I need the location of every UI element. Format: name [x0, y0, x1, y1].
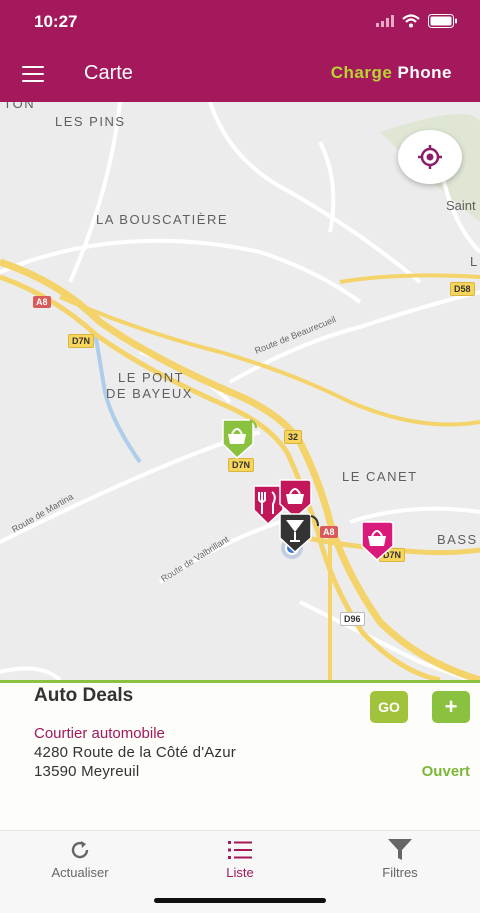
filter-funnel-icon: [388, 839, 412, 860]
place-bass: BASS: [437, 532, 478, 547]
place-le-pont: LE PONT: [118, 370, 185, 385]
brand-part1: Charge: [330, 63, 393, 82]
map-view[interactable]: TTON LES PINS LA BOUSCATIÈRE LE PONT DE …: [0, 102, 480, 680]
place-le-canet: LE CANET: [342, 469, 418, 484]
place-address-line2: 13590 Meyreuil: [34, 763, 140, 780]
shield-a8-center: A8: [320, 526, 338, 538]
home-indicator: [154, 898, 326, 903]
shopping-basket-pin-icon[interactable]: [220, 414, 260, 462]
status-time: 10:27: [34, 12, 78, 31]
tab-actualiser[interactable]: Actualiser: [20, 837, 140, 880]
shopping-basket-pin-icon[interactable]: [360, 516, 396, 564]
shield-d58: D58: [450, 282, 475, 296]
shield-32: 32: [284, 430, 303, 444]
place-detail-card[interactable]: Auto Deals GO + Courtier automobile 4280…: [0, 680, 480, 833]
signal-icon: [376, 15, 394, 27]
tab-actualiser-label: Actualiser: [51, 865, 109, 880]
place-saint: Saint: [446, 198, 476, 213]
shield-a8-left: A8: [33, 296, 51, 308]
list-icon: [228, 841, 252, 859]
brand-part2: Phone: [397, 63, 452, 82]
wifi-icon: [402, 14, 420, 28]
place-l: L: [470, 254, 479, 269]
crosshair-locate-icon: [418, 145, 442, 169]
hamburger-menu-icon[interactable]: [22, 66, 44, 82]
bar-cocktail-pin-icon[interactable]: [278, 508, 322, 556]
place-les-pins: LES PINS: [55, 114, 126, 129]
page-title: Carte: [84, 62, 133, 84]
go-button[interactable]: GO: [370, 691, 408, 723]
place-category: Courtier automobile: [34, 725, 165, 742]
tab-liste[interactable]: Liste: [180, 837, 300, 880]
shield-d96: D96: [340, 612, 365, 626]
place-ton: TTON: [0, 102, 36, 111]
place-address-line1: 4280 Route de la Côté d'Azur: [34, 744, 236, 761]
shield-d7n-left: D7N: [68, 334, 95, 348]
tab-filtres-label: Filtres: [382, 865, 418, 880]
place-de-bayeux: DE BAYEUX: [106, 386, 193, 401]
map-base-layer: [0, 102, 480, 680]
open-status-badge: Ouvert: [421, 763, 470, 780]
brand-logo: Charge Phone: [331, 63, 452, 83]
tab-liste-label: Liste: [226, 865, 254, 880]
battery-icon: [428, 14, 457, 28]
place-la-bouscatiere: LA BOUSCATIÈRE: [96, 212, 229, 227]
status-icons: [376, 14, 458, 28]
tab-filtres[interactable]: Filtres: [340, 837, 460, 880]
add-button[interactable]: +: [432, 691, 470, 723]
place-name: Auto Deals: [34, 685, 134, 706]
locate-me-button[interactable]: [398, 130, 462, 184]
app-header: 10:27 Carte Charge Phone: [0, 0, 480, 102]
refresh-icon: [71, 841, 89, 859]
